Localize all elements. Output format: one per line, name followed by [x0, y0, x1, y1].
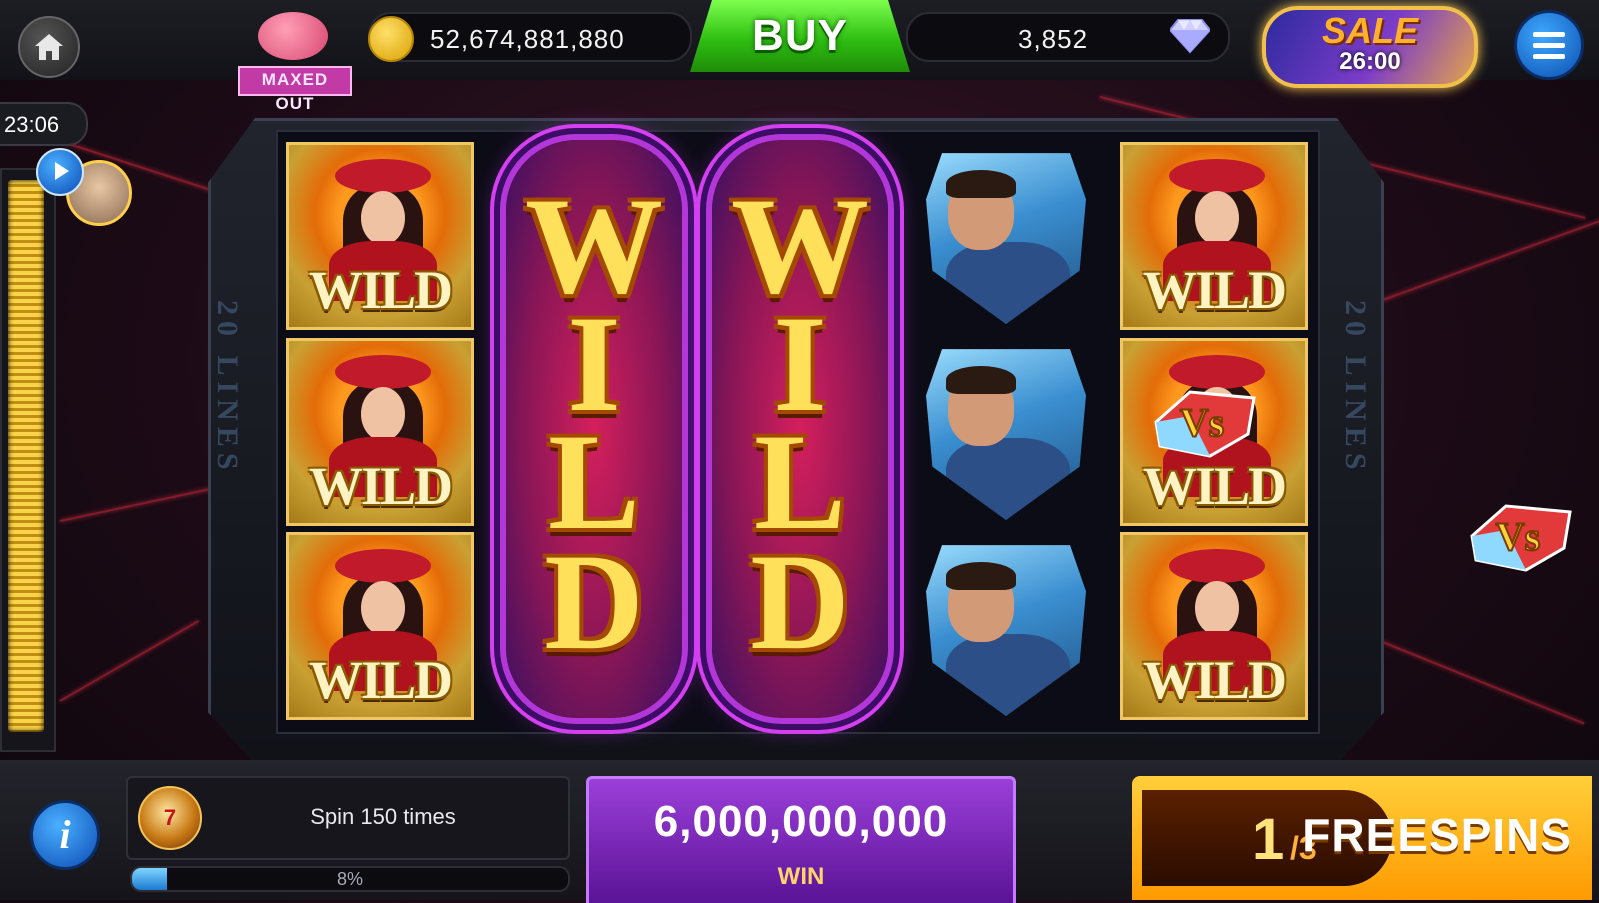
- gem-balance-value: 3,852: [1018, 24, 1089, 54]
- wild-lady-symbol: WILD: [1120, 142, 1308, 330]
- sale-button[interactable]: SALE 26:00: [1262, 6, 1478, 88]
- wild-symbol-label: WILD: [1142, 650, 1287, 710]
- wild-lady-symbol: WILD: [286, 338, 474, 526]
- lines-label-right: 20 LINES: [1339, 300, 1372, 476]
- expanding-wild-reel-3: W I L D: [712, 140, 888, 718]
- wild-symbol-label: WILD: [1142, 456, 1287, 516]
- sale-timer: 26:00: [1339, 48, 1401, 75]
- laser-beam: [1379, 640, 1585, 725]
- play-icon[interactable]: [36, 148, 84, 196]
- laser-beam: [1379, 217, 1599, 302]
- piggy-bank-button[interactable]: MAXED OUT: [238, 8, 352, 113]
- coin-icon: [368, 16, 414, 62]
- coin-stack-meter: [8, 180, 44, 732]
- info-button[interactable]: i: [30, 800, 100, 870]
- vs-badge-icon: Vs: [1154, 390, 1256, 458]
- quest-panel[interactable]: 7 Spin 150 times: [126, 776, 570, 860]
- freespins-current: 1: [1252, 807, 1285, 872]
- menu-button[interactable]: [1514, 10, 1584, 80]
- diamond-icon: [1170, 19, 1210, 54]
- laser-beam: [59, 620, 200, 702]
- wild-lady-symbol: WILD: [286, 532, 474, 720]
- slot-machine-icon: 7: [138, 786, 202, 850]
- bonus-timer: 23:06: [0, 102, 88, 146]
- hamburger-icon: [1533, 31, 1565, 37]
- piggy-bank-status: MAXED OUT: [238, 66, 352, 113]
- home-button[interactable]: [18, 16, 80, 78]
- vs-label: Vs: [1180, 400, 1224, 445]
- coin-balance-value: 52,674,881,880: [430, 24, 625, 54]
- win-label: WIN: [777, 863, 825, 890]
- bonus-timer-text: 23:06: [4, 112, 60, 137]
- lines-label-left: 20 LINES: [211, 300, 244, 476]
- wild-letter-d: D: [750, 525, 850, 678]
- vs-feature-button[interactable]: Vs: [1466, 500, 1576, 572]
- freespins-label: FREESPINS: [1302, 809, 1572, 861]
- home-icon: [35, 34, 63, 60]
- sale-label: SALE: [1321, 10, 1418, 51]
- wild-lady-symbol: WILD: [286, 142, 474, 330]
- wild-symbol-label: WILD: [308, 456, 453, 516]
- buy-button[interactable]: BUY: [690, 0, 910, 72]
- quest-text: Spin 150 times: [310, 804, 456, 829]
- win-display: 6,000,000,000 WIN: [586, 776, 1016, 903]
- wild-letter-d: D: [544, 525, 644, 678]
- freespins-button[interactable]: 1 /3 FREESPINS: [1132, 776, 1592, 900]
- piggy-bank-icon: [258, 12, 328, 60]
- coin-balance: 52,674,881,880: [368, 12, 692, 62]
- expanding-wild-reel-2: W I L D: [506, 140, 682, 718]
- vs-label: Vs: [1496, 514, 1540, 559]
- gem-balance: 3,852: [906, 12, 1230, 62]
- buy-button-label: BUY: [752, 11, 848, 60]
- wild-symbol-label: WILD: [1142, 260, 1287, 320]
- wild-lady-symbol: WILD: [1120, 532, 1308, 720]
- quest-progress-label: 8%: [336, 869, 363, 889]
- wild-symbol-label: WILD: [308, 650, 453, 710]
- quest-progress-bar: 8%: [130, 866, 570, 892]
- win-amount: 6,000,000,000: [653, 797, 949, 846]
- wild-symbol-label: WILD: [308, 260, 453, 320]
